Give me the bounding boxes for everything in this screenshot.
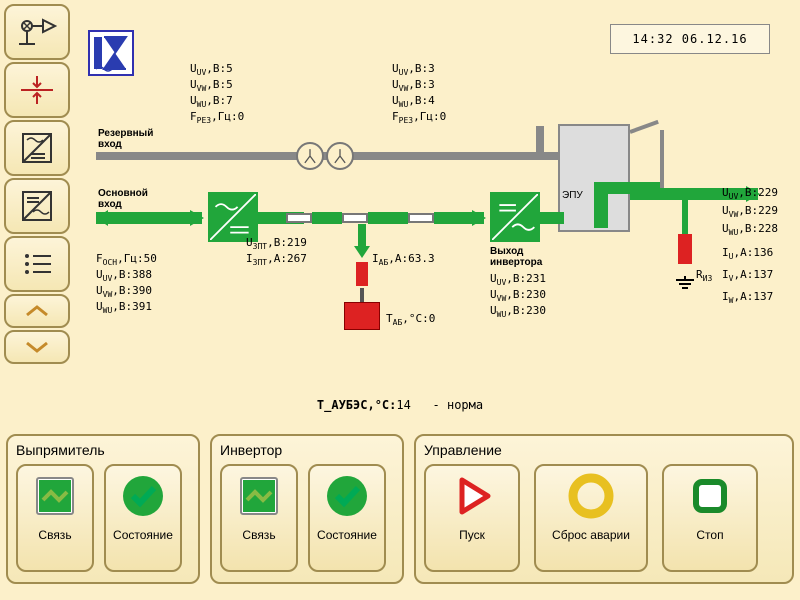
rectifier-block <box>208 192 258 242</box>
reserve-input-label: Резервныйвход <box>98 128 153 150</box>
control-panel: Управление Пуск Сброс аварии Стоп <box>414 434 794 584</box>
zpt-u-label: UЗПТ,В:219 <box>246 236 307 251</box>
inverter-title: Инвертор <box>220 442 394 458</box>
out-iw-label: IW,А:137 <box>722 290 773 305</box>
out-uuv-label: UUV,В:229 <box>722 186 778 201</box>
main-uuv-label: UUV,В:388 <box>96 268 152 283</box>
riz-resistor-icon <box>678 234 692 264</box>
nav-compress-button[interactable] <box>4 62 70 118</box>
bat-t-label: TАБ,°C:0 <box>386 312 435 327</box>
bottom-panel: Выпрямитель Связь Состояние Инвертор Свя… <box>6 434 794 584</box>
nav-up-button[interactable] <box>4 294 70 328</box>
rectifier-state-button[interactable]: Состояние <box>104 464 182 572</box>
reserve-fres-label: FРЕЗ,Гц:0 <box>190 110 244 125</box>
inverter-block <box>490 192 540 242</box>
reserve2-uwu-label: UWU,В:4 <box>392 94 435 109</box>
reserve-uuv-label: UUV,В:5 <box>190 62 233 77</box>
main-input-label: Основнойвход <box>98 188 148 210</box>
ring-icon <box>567 472 615 520</box>
temp-status-line: T_АУБЭС,°C:14 - норма <box>0 398 800 412</box>
ground-icon <box>674 276 696 295</box>
nav-list-button[interactable] <box>4 236 70 292</box>
out-uwu-label: UWU,В:228 <box>722 222 778 237</box>
inverter-out-label: Выходинвертора <box>490 246 542 268</box>
invout-uuv-label: UUV,В:231 <box>490 272 546 287</box>
out-iu-label: IU,А:136 <box>722 246 773 261</box>
main-fosn-label: FОСН,Гц:50 <box>96 252 157 267</box>
link-icon <box>31 472 79 520</box>
sidebar <box>4 4 72 364</box>
battery-icon <box>344 302 380 330</box>
out-iv-label: IV,А:137 <box>722 268 773 283</box>
check-icon <box>323 472 371 520</box>
reserve2-uuv-label: UUV,В:3 <box>392 62 435 77</box>
reserve-uwu-label: UWU,В:7 <box>190 94 233 109</box>
inverter-panel: Инвертор Связь Состояние <box>210 434 404 584</box>
invout-uwu-label: UWU,В:230 <box>490 304 546 319</box>
link-icon <box>235 472 283 520</box>
reserve2-uvw-label: UVW,В:3 <box>392 78 435 93</box>
out-uvw-label: UVW,В:229 <box>722 204 778 219</box>
rectifier-panel: Выпрямитель Связь Состояние <box>6 434 200 584</box>
play-icon <box>448 472 496 520</box>
epu-label: ЭПУ <box>562 190 583 201</box>
power-diagram: UUV,В:5 UVW,В:5 UWU,В:7 FРЕЗ,Гц:0 UUV,В:… <box>82 60 782 410</box>
alarm-reset-button[interactable]: Сброс аварии <box>534 464 648 572</box>
battery-fuse-icon <box>356 262 368 286</box>
nav-rectifier-button[interactable] <box>4 120 70 176</box>
nav-inverter-button[interactable] <box>4 178 70 234</box>
zpt-i-label: IЗПТ,А:267 <box>246 252 307 267</box>
fuse2-icon <box>342 213 368 223</box>
main-uvw-label: UVW,В:390 <box>96 284 152 299</box>
bat-i-label: IАБ,А:63.3 <box>372 252 435 267</box>
inverter-state-button[interactable]: Состояние <box>308 464 386 572</box>
rectifier-title: Выпрямитель <box>16 442 190 458</box>
rectifier-link-button[interactable]: Связь <box>16 464 94 572</box>
nav-down-button[interactable] <box>4 330 70 364</box>
start-button[interactable]: Пуск <box>424 464 520 572</box>
check-icon <box>119 472 167 520</box>
stop-icon <box>686 472 734 520</box>
riz-label: RИЗ <box>696 268 712 283</box>
stop-button[interactable]: Стоп <box>662 464 758 572</box>
inverter-link-button[interactable]: Связь <box>220 464 298 572</box>
transformer1-icon <box>296 142 324 170</box>
fuse3-icon <box>408 213 434 223</box>
reserve2-fres-label: FРЕЗ,Гц:0 <box>392 110 446 125</box>
fuse1-icon <box>286 213 312 223</box>
control-title: Управление <box>424 442 784 458</box>
reserve-uvw-label: UVW,В:5 <box>190 78 233 93</box>
main-uwu-label: UWU,В:391 <box>96 300 152 315</box>
nav-schematic-button[interactable] <box>4 4 70 60</box>
datetime-display: 14:32 06.12.16 <box>610 24 770 54</box>
transformer2-icon <box>326 142 354 170</box>
invout-uvw-label: UVW,В:230 <box>490 288 546 303</box>
